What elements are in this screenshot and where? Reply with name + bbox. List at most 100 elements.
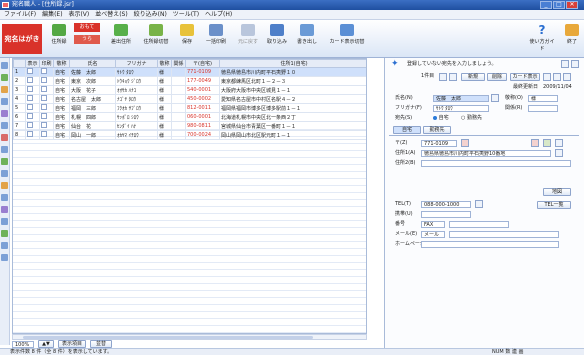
fax-type-select[interactable]: FAX [421, 221, 445, 228]
column-header[interactable]: 〒(自宅) [185, 59, 220, 68]
tab-home[interactable]: 自宅 [393, 126, 421, 134]
minimize-button[interactable]: _ [540, 1, 552, 9]
maximize-button[interactable]: □ [553, 1, 565, 9]
sort-button[interactable]: 並替 [90, 340, 112, 348]
column-header[interactable] [13, 59, 26, 68]
record-next-icon[interactable] [449, 73, 457, 81]
checkbox-icon[interactable] [41, 95, 47, 101]
tool-icon-15[interactable] [1, 230, 8, 237]
column-header[interactable]: 関係 [171, 59, 186, 68]
checkbox-icon[interactable] [41, 131, 47, 137]
tel-list-button[interactable]: TEL一覧 [537, 201, 571, 209]
record-prev-icon[interactable] [439, 73, 447, 81]
new-record-button[interactable]: 新規 [461, 73, 485, 81]
card-view-toggle[interactable]: カード表示 [510, 73, 540, 81]
table-row[interactable]: 5 自宅 福岡 三郎 ﾌｸｵｶ ｻﾌﾞﾛｳ様 812-0011 福岡県福岡市博多区博多駅前… [13, 103, 366, 113]
tool-icon-10[interactable] [1, 170, 8, 177]
delete-record-button[interactable]: 削除 [487, 73, 507, 81]
checkbox-icon[interactable] [27, 68, 33, 74]
omote-button[interactable]: おもて [74, 23, 100, 32]
menu-tools[interactable]: ツール(T) [173, 11, 199, 18]
menu-view[interactable]: 表示(V) [68, 11, 89, 18]
table-row[interactable]: 8 自宅 岡山 一郎 ｵｶﾔﾏ ｲﾁﾛｳ様 700-0024 岡山県岡山市北区駅元町１－１ [13, 130, 366, 140]
table-row[interactable]: 2 自宅 東京 次郎 ﾄｳｷｮｳ ｼﾞﾛｳ様 177-0049 東京都練馬区北町１－２－３ [13, 76, 366, 86]
tab-work[interactable]: 勤務先 [423, 126, 451, 134]
name-field[interactable]: 佐藤 太郎 [433, 95, 489, 102]
homepage-field[interactable] [421, 241, 559, 248]
menu-sort[interactable]: 並べ替え(S) [95, 11, 128, 18]
column-header[interactable]: 表示 [25, 59, 40, 68]
tool-icon-1[interactable] [1, 62, 8, 69]
fax-field[interactable] [449, 221, 509, 228]
table-row[interactable]: 4 自宅 名古屋 太郎 ﾅｺﾞﾔ ﾀﾛｳ様 450-0002 愛知県名古屋市中村区名駅４－… [13, 94, 366, 104]
tool-icon-16[interactable] [1, 242, 8, 249]
import-button[interactable]: 取り込み [264, 24, 290, 45]
column-header[interactable]: 敬称 [157, 59, 172, 68]
switch-book-button[interactable]: 住所録切替 [140, 24, 172, 45]
checkbox-icon[interactable] [27, 122, 33, 128]
tool-icon-7[interactable] [1, 134, 8, 141]
column-header[interactable]: 住所1(自宅) [219, 59, 366, 68]
save-button[interactable]: 保存 [176, 24, 198, 45]
mail-type-select[interactable]: メール [421, 231, 445, 238]
scroll-thumb[interactable] [23, 336, 313, 339]
undo-button[interactable]: 元に戻す [236, 24, 260, 45]
zoom-buttons[interactable]: ▲▼ [38, 340, 54, 348]
zip-convert-icon[interactable] [531, 139, 539, 147]
checkbox-icon[interactable] [41, 122, 47, 128]
exit-button[interactable]: 終了 [562, 24, 582, 45]
batch-print-button[interactable]: 一括印刷 [202, 24, 230, 45]
export-button[interactable]: 書き出し [294, 24, 320, 45]
checkbox-icon[interactable] [41, 104, 47, 110]
kana-field[interactable]: ｻﾄｳ ﾀﾛｳ [433, 105, 489, 112]
checkbox-icon[interactable] [27, 77, 33, 83]
tool-icon-14[interactable] [1, 218, 8, 225]
checkbox-icon[interactable] [27, 86, 33, 92]
checkbox-icon[interactable] [41, 113, 47, 119]
checkbox-icon[interactable] [41, 86, 47, 92]
checkbox-icon[interactable] [27, 113, 33, 119]
menu-filter[interactable]: 絞り込み(N) [134, 11, 167, 18]
tool-icon-8[interactable] [1, 146, 8, 153]
tel-dial-icon[interactable] [475, 200, 483, 208]
checkbox-icon[interactable] [41, 77, 47, 83]
checkbox-icon[interactable] [41, 68, 47, 74]
ura-button[interactable]: うら [74, 35, 100, 44]
address1-dropdown-icon[interactable] [555, 149, 563, 157]
tool-icon-5[interactable] [1, 110, 8, 117]
table-row[interactable]: 7 自宅 仙台 花ｾﾝﾀﾞｲ ﾊﾅ様 980-0811 宮城県仙台市青葉区一番町１－１ [13, 121, 366, 131]
menu-help[interactable]: ヘルプ(H) [205, 11, 232, 18]
zip-check-icon[interactable] [543, 139, 551, 147]
table-row[interactable]: 6 自宅 札幌 四郎 ｻｯﾎﾟﾛ ｼﾛｳ様 060-0001 北海道札幌市中央区北一条西２… [13, 112, 366, 122]
address1-field[interactable]: 徳島県徳島市川内町平石夷野10番地 [421, 150, 551, 157]
radio-work[interactable]: ○ 勤務先 [461, 115, 482, 122]
menu-edit[interactable]: 編集(E) [42, 11, 62, 18]
card-view-button[interactable]: カード表示切替 [328, 24, 366, 45]
tool-icon-17[interactable] [1, 254, 8, 261]
column-header[interactable]: フリガナ [115, 59, 158, 68]
column-header[interactable]: 氏名 [69, 59, 116, 68]
guide-button[interactable]: ? 使い方ガイド [528, 24, 556, 52]
mobile-field[interactable] [421, 211, 471, 218]
menu-file[interactable]: ファイル(F) [4, 11, 36, 18]
tool-icon-6[interactable] [1, 122, 8, 129]
mail-field[interactable] [449, 231, 559, 238]
search-icon[interactable] [543, 73, 551, 81]
addressbook-button[interactable]: 住所録 [48, 24, 70, 45]
name-lookup-icon[interactable] [491, 94, 499, 102]
display-items-button[interactable]: 表示項目 [58, 340, 86, 348]
panel-close-icon[interactable] [571, 60, 579, 68]
zip-lookup-icon[interactable] [461, 139, 469, 147]
table-row[interactable]: 1 自宅 佐藤 太郎 ｻﾄｳ ﾀﾛｳ様 771-0109 徳島県徳島市川内町平石夷野１０ [13, 67, 366, 77]
copy-icon[interactable] [553, 73, 561, 81]
tool-icon-13[interactable] [1, 206, 8, 213]
checkbox-icon[interactable] [27, 131, 33, 137]
column-header[interactable]: 印刷 [39, 59, 54, 68]
tool-icon-2[interactable] [1, 74, 8, 81]
checkbox-icon[interactable] [27, 104, 33, 110]
radio-home[interactable]: 自宅 [433, 115, 449, 122]
panel-help-icon[interactable] [561, 60, 569, 68]
checkbox-icon[interactable] [27, 95, 33, 101]
sender-button[interactable]: 差出住所 [106, 24, 136, 45]
honorific-select[interactable]: 様 [528, 95, 558, 102]
